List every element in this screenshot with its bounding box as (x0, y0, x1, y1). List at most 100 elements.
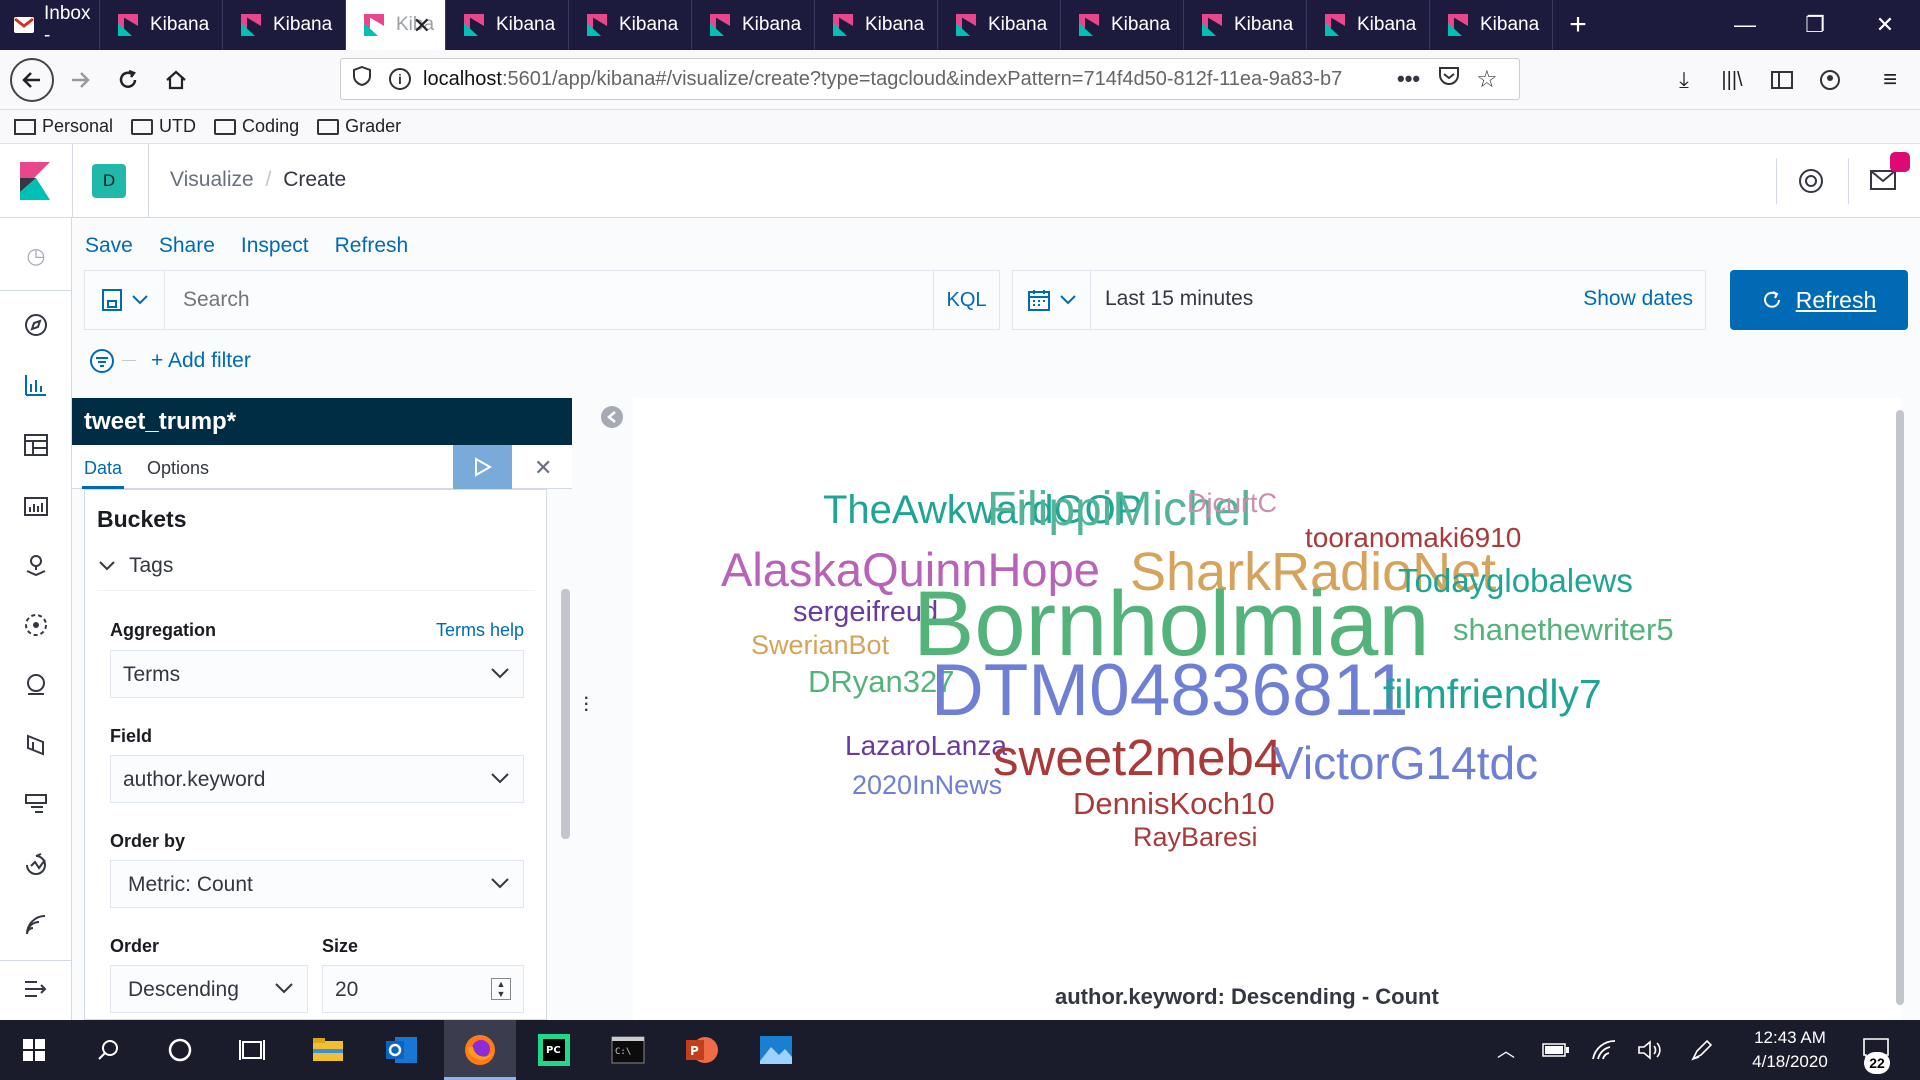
discard-icon[interactable]: ✕ (534, 455, 552, 481)
browser-tab-inbox[interactable]: Inbox - (0, 0, 100, 50)
forward-button[interactable] (60, 60, 100, 100)
size-input[interactable]: 20 ▲ ▼ (322, 965, 524, 1013)
saved-query-button[interactable] (85, 271, 165, 329)
home-button[interactable] (156, 60, 196, 100)
tag-word[interactable]: DennisKoch10 (1073, 788, 1275, 819)
search-icon[interactable] (88, 1030, 128, 1070)
help-icon[interactable] (1798, 168, 1824, 199)
wifi-icon[interactable] (1584, 1030, 1624, 1070)
kibana-logo[interactable] (20, 162, 52, 200)
discover-icon[interactable] (22, 312, 50, 340)
outlook-icon[interactable] (382, 1030, 422, 1070)
dashboard-icon[interactable] (22, 432, 50, 460)
info-icon[interactable]: i (389, 68, 411, 90)
space-avatar[interactable]: D (92, 164, 126, 198)
filter-options-icon[interactable] (89, 348, 115, 379)
maps-icon[interactable] (22, 552, 50, 580)
cortana-icon[interactable] (160, 1030, 200, 1070)
pocket-icon[interactable] (1438, 66, 1460, 92)
bucket-accordion-toggle[interactable]: Tags (99, 554, 173, 578)
add-filter-link[interactable]: + Add filter (151, 349, 251, 373)
tab-data[interactable]: Data (84, 458, 122, 479)
siem-icon[interactable] (22, 912, 50, 940)
expand-nav-icon[interactable] (22, 978, 50, 1006)
menu-icon[interactable]: ≡ (1870, 60, 1910, 100)
sidebar-icon[interactable] (1762, 60, 1802, 100)
search-input[interactable] (183, 283, 883, 317)
library-icon[interactable]: |||\ (1712, 60, 1752, 100)
tag-word[interactable]: DTM04836811 (931, 654, 1409, 727)
collapse-panel-icon[interactable] (601, 406, 623, 428)
editor-scrollbar[interactable] (561, 589, 570, 839)
close-tab-icon[interactable]: ✕ (413, 13, 431, 39)
save-link[interactable]: Save (85, 234, 133, 258)
apply-button[interactable] (453, 445, 512, 489)
chevron-up-icon[interactable]: ︿ (1486, 1030, 1526, 1070)
viz-scrollbar[interactable] (1896, 410, 1904, 1005)
downloads-icon[interactable]: ⤓ (1664, 60, 1704, 100)
bookmark-coding[interactable]: Coding (214, 116, 299, 137)
tag-word[interactable]: RayBaresi (1133, 824, 1258, 851)
visualize-icon[interactable] (22, 372, 50, 400)
tag-word[interactable]: shanethewriter5 (1453, 614, 1674, 645)
terms-help-link[interactable]: Terms help (436, 620, 524, 641)
ml-icon[interactable] (22, 612, 50, 640)
close-window-button[interactable]: ✕ (1850, 0, 1920, 50)
bookmark-utd[interactable]: UTD (131, 116, 196, 137)
recent-icon[interactable]: ◷ (22, 242, 50, 270)
aggregation-select[interactable]: Terms (110, 650, 524, 698)
account-icon[interactable] (1810, 60, 1850, 100)
back-button[interactable] (10, 58, 54, 102)
tag-word[interactable]: filmfriendly7 (1383, 674, 1602, 715)
browser-tab-kibana[interactable]: Kibana (100, 0, 223, 50)
size-stepper[interactable]: ▲ ▼ (491, 978, 511, 1000)
powerpoint-icon[interactable]: P (682, 1030, 722, 1070)
tag-word[interactable]: LazaroLanza (845, 732, 1007, 760)
firefox-icon[interactable] (460, 1030, 500, 1070)
task-view-icon[interactable] (232, 1030, 272, 1070)
browser-tab-kibana[interactable]: Kibana (446, 0, 569, 50)
browser-tab-kibana-active[interactable]: Kiba ✕ (346, 0, 446, 50)
battery-icon[interactable] (1536, 1030, 1576, 1070)
canvas-icon[interactable] (22, 492, 50, 520)
url-bar[interactable]: i localhost:5601/app/kibana#/visualize/c… (340, 58, 1520, 100)
bookmark-star-icon[interactable]: ☆ (1476, 65, 1498, 94)
uptime-icon[interactable] (22, 852, 50, 880)
more-icon[interactable]: ••• (1397, 66, 1420, 92)
tag-word[interactable]: 2020InNews (852, 772, 1002, 799)
browser-tab-kibana[interactable]: Kibana (223, 0, 346, 50)
restore-button[interactable]: ❐ (1780, 0, 1850, 50)
minimize-button[interactable]: — (1710, 0, 1780, 50)
tag-word[interactable]: Todayglobalews (1398, 564, 1633, 597)
terminal-icon[interactable]: C:\ (608, 1030, 648, 1070)
apm-icon[interactable] (22, 792, 50, 820)
tag-word[interactable]: tooranomaki6910 (1305, 524, 1521, 552)
order-select[interactable]: Descending (110, 965, 308, 1013)
volume-icon[interactable] (1630, 1030, 1670, 1070)
share-link[interactable]: Share (159, 234, 215, 258)
inspect-link[interactable]: Inspect (241, 234, 309, 258)
bookmark-personal[interactable]: Personal (14, 116, 113, 137)
kql-button[interactable]: KQL (933, 271, 999, 329)
pycharm-icon[interactable]: PC (534, 1030, 574, 1070)
resize-handle-icon[interactable]: · · · (584, 691, 589, 719)
breadcrumb-visualize[interactable]: Visualize (170, 168, 254, 191)
photos-icon[interactable] (756, 1030, 796, 1070)
refresh-link[interactable]: Refresh (335, 234, 409, 258)
file-explorer-icon[interactable] (308, 1030, 348, 1070)
browser-tab-kibana[interactable]: Kibana (1307, 0, 1430, 50)
tag-word[interactable]: VictorG14tdc (1273, 740, 1538, 786)
order-by-select[interactable]: Metric: Count (110, 860, 524, 908)
browser-tab-kibana[interactable]: Kibana (1184, 0, 1307, 50)
browser-tab-kibana[interactable]: Kibana (938, 0, 1061, 50)
shield-icon[interactable] (353, 65, 375, 92)
show-dates-link[interactable]: Show dates (1583, 287, 1693, 311)
infrastructure-icon[interactable] (22, 672, 50, 700)
browser-tab-kibana[interactable]: Kibana (1061, 0, 1184, 50)
tab-options[interactable]: Options (147, 458, 209, 479)
clock[interactable]: 12:43 AM 4/18/2020 (1738, 1026, 1842, 1074)
reload-button[interactable] (108, 60, 148, 100)
browser-tab-kibana[interactable]: Kibana (815, 0, 938, 50)
refresh-button[interactable]: Refresh (1730, 270, 1908, 330)
tag-word[interactable]: SwerianBot (751, 632, 889, 659)
